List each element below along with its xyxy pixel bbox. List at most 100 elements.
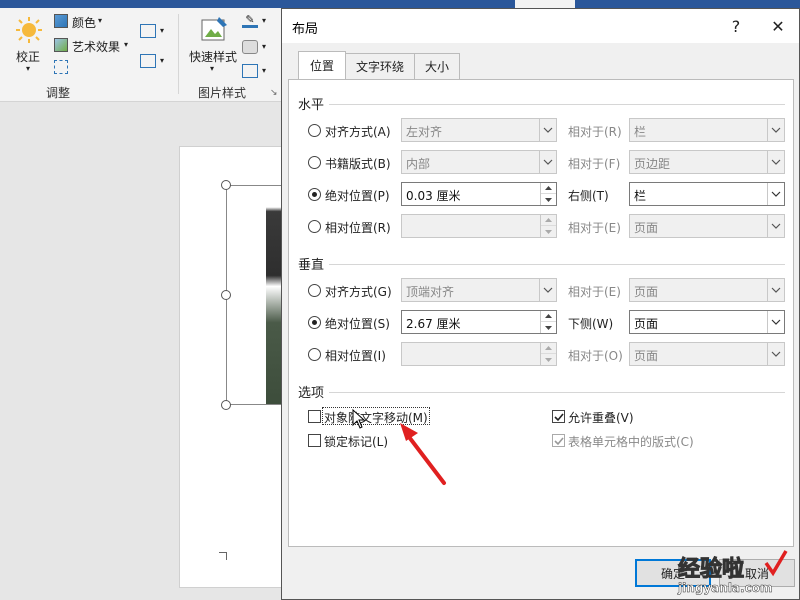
picture-selection-frame[interactable] — [226, 185, 286, 405]
h-relative-relative-select[interactable]: 页面 — [629, 214, 785, 238]
book-layout-value: 内部 — [406, 157, 431, 171]
border-dropdown-icon: ▾ — [262, 16, 267, 25]
h-absolute-position-input[interactable]: 0.03 厘米 — [401, 182, 557, 206]
spin-up-icon[interactable] — [541, 183, 556, 194]
v-alignment-relative-select[interactable]: 页面 — [629, 278, 785, 302]
change-picture-icon[interactable] — [140, 54, 156, 68]
artistic-effects-icon — [54, 38, 68, 52]
chevron-down-icon — [767, 343, 784, 365]
book-layout-select[interactable]: 内部 — [401, 150, 557, 174]
v-alignment-radio[interactable] — [308, 284, 321, 297]
dialog-launcher-icon[interactable]: ↘ — [270, 88, 278, 98]
color-dropdown-icon: ▾ — [98, 16, 103, 25]
h-alignment-label[interactable]: 对齐方式(A) — [325, 123, 391, 140]
compress-dropdown-icon: ▾ — [160, 26, 165, 35]
artistic-effects-button[interactable]: 艺术效果 — [72, 38, 120, 55]
corrections-sun-icon[interactable] — [12, 14, 46, 46]
quick-styles-icon[interactable] — [198, 14, 230, 46]
watermark-text: 经验啦 — [677, 557, 745, 583]
spin-down-icon[interactable] — [541, 322, 556, 333]
layout-in-cell-checkbox[interactable] — [552, 434, 565, 447]
spin-up-icon[interactable] — [541, 343, 556, 354]
lock-anchor-label[interactable]: 锁定标记(L) — [324, 433, 388, 450]
quick-styles-button[interactable]: 快速样式 — [189, 48, 237, 65]
v-relative-position-radio[interactable] — [308, 348, 321, 361]
spin-up-icon[interactable] — [541, 215, 556, 226]
checkmark-icon — [554, 413, 564, 422]
spin-up-icon[interactable] — [541, 311, 556, 322]
color-button[interactable]: 颜色 — [72, 14, 96, 31]
h-relative-position-label[interactable]: 相对位置(R) — [325, 219, 391, 236]
group-separator — [178, 14, 179, 94]
help-button[interactable]: ? — [723, 14, 749, 38]
h-absolute-position-radio[interactable] — [308, 188, 321, 201]
horizontal-section-label: 水平 — [298, 98, 325, 113]
chevron-down-icon — [767, 215, 784, 237]
v-absolute-relative-select[interactable]: 页面 — [629, 310, 785, 334]
corrections-dropdown-icon[interactable]: ▾ — [26, 64, 30, 73]
allow-overlap-label[interactable]: 允许重叠(V) — [568, 409, 634, 426]
resize-handle-middle-left[interactable] — [221, 290, 231, 300]
v-relative-position-input[interactable] — [401, 342, 557, 366]
h-alignment-radio[interactable] — [308, 124, 321, 137]
watermark-url: jingyanla.com — [678, 581, 773, 596]
dialog-titlebar[interactable]: 布局 ? ✕ — [282, 9, 799, 43]
compress-pictures-icon[interactable] — [140, 24, 156, 38]
move-with-text-checkbox[interactable] — [308, 410, 321, 423]
v-absolute-position-radio[interactable] — [308, 316, 321, 329]
h-absolute-relative-value: 栏 — [634, 189, 647, 203]
v-absolute-position-label[interactable]: 绝对位置(S) — [325, 315, 390, 332]
book-layout-radio[interactable] — [308, 156, 321, 169]
resize-handle-bottom-left[interactable] — [221, 400, 231, 410]
tab-text-wrapping[interactable]: 文字环绕 — [345, 53, 415, 79]
checkmark-icon — [554, 437, 564, 446]
close-button[interactable]: ✕ — [765, 14, 791, 38]
v-relative-position-label[interactable]: 相对位置(I) — [325, 347, 386, 364]
v-absolute-relative-value: 页面 — [634, 317, 659, 331]
adjust-group-label: 调整 — [46, 86, 71, 100]
h-alignment-relative-select[interactable]: 栏 — [629, 118, 785, 142]
color-icon — [54, 14, 68, 28]
v-alignment-relative-value: 页面 — [634, 285, 659, 299]
options-section-divider — [329, 392, 785, 393]
layout-dialog: 布局 ? ✕ 位置 文字环绕 大小 水平 对齐方式(A) 左对齐 相对于(R) … — [281, 8, 800, 600]
watermark-logo: 经验啦 jingyanla.com — [672, 549, 797, 599]
dialog-title: 布局 — [292, 22, 319, 37]
picture-border-icon[interactable]: ✎ — [242, 13, 258, 28]
h-absolute-position-label[interactable]: 绝对位置(P) — [325, 187, 390, 204]
resize-handle-top-left[interactable] — [221, 180, 231, 190]
h-alignment-select[interactable]: 左对齐 — [401, 118, 557, 142]
spin-down-icon[interactable] — [541, 226, 556, 237]
v-alignment-select[interactable]: 顶端对齐 — [401, 278, 557, 302]
v-alignment-relative-label: 相对于(E) — [568, 285, 621, 299]
allow-overlap-checkbox[interactable] — [552, 410, 565, 423]
word-title-strip — [0, 0, 800, 8]
layout-in-cell-label[interactable]: 表格单元格中的版式(C) — [568, 433, 694, 450]
options-section-label: 选项 — [298, 386, 325, 401]
h-relative-relative-label: 相对于(E) — [568, 221, 621, 235]
v-relative-relative-value: 页面 — [634, 349, 659, 363]
spin-down-icon[interactable] — [541, 194, 556, 205]
picture-layout-icon[interactable] — [242, 64, 258, 78]
h-relative-position-input[interactable] — [401, 214, 557, 238]
layout-dropdown-icon: ▾ — [262, 66, 267, 75]
v-alignment-label[interactable]: 对齐方式(G) — [325, 283, 392, 300]
picture-effects-icon[interactable] — [242, 40, 258, 54]
book-layout-relative-select[interactable]: 页边距 — [629, 150, 785, 174]
position-tab-panel: 水平 对齐方式(A) 左对齐 相对于(R) 栏 书籍版式(B) 内部 相对于(F… — [288, 79, 794, 547]
book-layout-label[interactable]: 书籍版式(B) — [325, 155, 391, 172]
h-absolute-relative-select[interactable]: 栏 — [629, 182, 785, 206]
picture-styles-group-label: 图片样式 — [198, 86, 247, 100]
tab-position[interactable]: 位置 — [298, 51, 346, 79]
tab-size[interactable]: 大小 — [414, 53, 460, 79]
v-relative-relative-select[interactable]: 页面 — [629, 342, 785, 366]
transparency-icon[interactable] — [54, 60, 68, 74]
v-absolute-position-input[interactable]: 2.67 厘米 — [401, 310, 557, 334]
effects-dropdown-icon: ▾ — [262, 42, 267, 51]
corrections-button[interactable]: 校正 — [16, 48, 40, 65]
lock-anchor-checkbox[interactable] — [308, 434, 321, 447]
spin-down-icon[interactable] — [541, 354, 556, 365]
h-relative-position-radio[interactable] — [308, 220, 321, 233]
chevron-down-icon — [767, 151, 784, 173]
annotation-arrow-icon — [400, 423, 446, 485]
